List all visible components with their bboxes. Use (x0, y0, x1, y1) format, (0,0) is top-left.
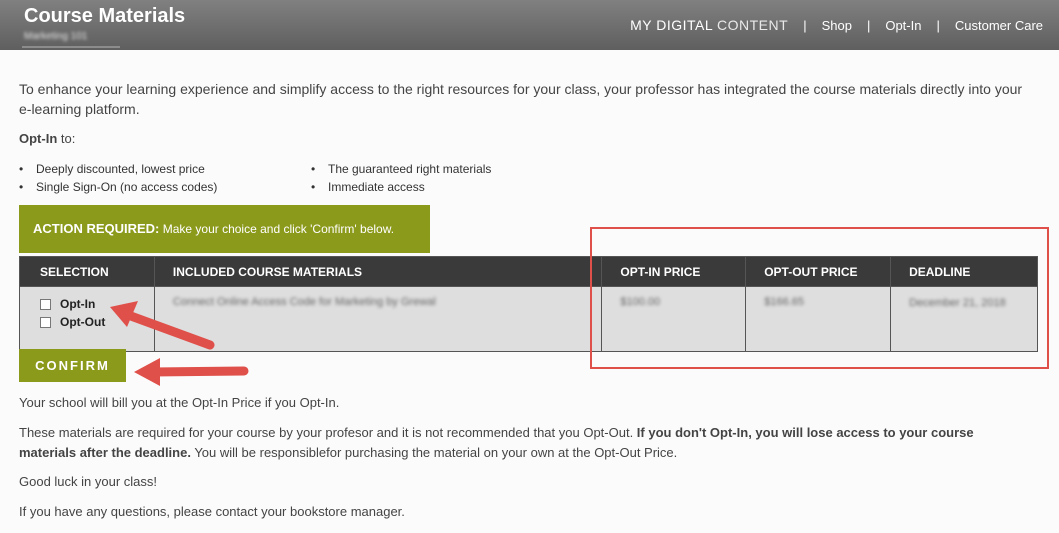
arrow-to-confirm (134, 358, 249, 386)
arrow-to-options (110, 301, 215, 350)
annotation-arrows (110, 301, 249, 386)
